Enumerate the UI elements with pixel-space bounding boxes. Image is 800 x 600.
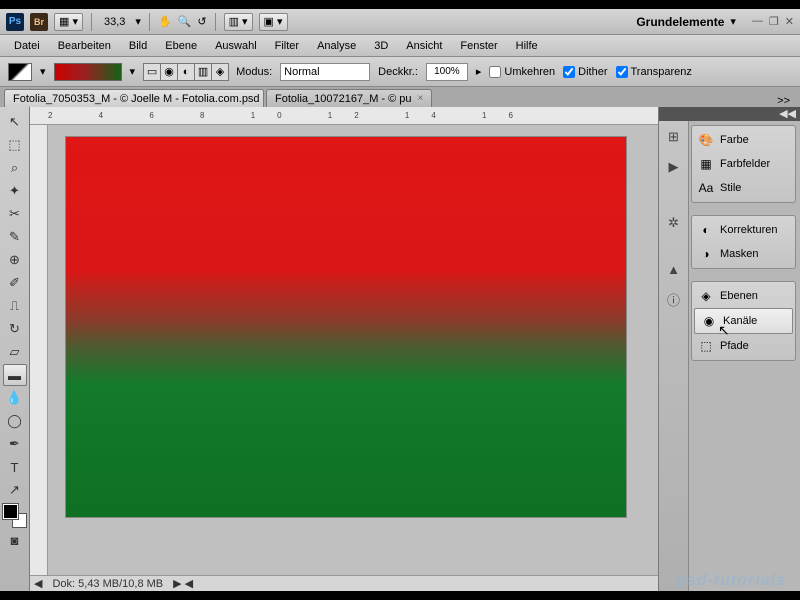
diamond-gradient-icon[interactable]: ◈ [211, 63, 229, 81]
close-tab-icon[interactable]: × [418, 93, 424, 104]
status-bar: ◀ Dok: 5,43 MB/10,8 MB ▶ ◀ [30, 575, 658, 591]
korrekturen-icon: ◐ [698, 222, 714, 238]
blur-tool[interactable]: 💧 [3, 387, 27, 409]
wand-tool[interactable]: ✦ [3, 180, 27, 202]
zoom-level[interactable]: 33,3 [100, 16, 129, 28]
brush-tool[interactable]: ✐ [3, 272, 27, 294]
menu-bar: DateiBearbeitenBildEbeneAuswahlFilterAna… [0, 35, 800, 57]
farbfelder-icon: ▦ [698, 156, 714, 172]
gradient-tool[interactable]: ▬ [3, 364, 27, 386]
menu-auswahl[interactable]: Auswahl [207, 38, 265, 54]
tool-preset[interactable] [8, 63, 32, 81]
panel-pfade[interactable]: ⬚Pfade [692, 334, 795, 358]
minimize-button[interactable]: — [752, 15, 763, 28]
dodge-tool[interactable]: ◯ [3, 410, 27, 432]
rotate-icon[interactable]: ↺ [197, 15, 206, 28]
document-canvas[interactable] [66, 137, 626, 517]
panel-dock: ◀◀ ⊞ ▶ ✲ ▲ ⓘ 🎨Farbe▦FarbfelderAaStile ◐Ko… [658, 107, 800, 591]
eraser-tool[interactable]: ▱ [3, 341, 27, 363]
panel-farbe[interactable]: 🎨Farbe [692, 128, 795, 152]
heal-tool[interactable]: ⊕ [3, 249, 27, 271]
color-swatches[interactable] [3, 504, 27, 528]
histogram-icon[interactable]: ▲ [664, 259, 684, 279]
document-tab-bar: Fotolia_7050353_M - © Joelle M - Fotolia… [0, 87, 800, 107]
nav-icon[interactable]: ⊞ [664, 127, 684, 147]
transparency-checkbox[interactable] [616, 66, 628, 78]
pfade-icon: ⬚ [698, 338, 714, 354]
reverse-checkbox[interactable] [489, 66, 501, 78]
angle-gradient-icon[interactable]: ◐ [177, 63, 195, 81]
info-icon[interactable]: ⓘ [664, 289, 684, 309]
tab-overflow[interactable]: >> [771, 95, 796, 107]
toolbox: ↖ ⬚ ⌕ ✦ ✂ ✎ ⊕ ✐ ⎍ ↻ ▱ ▬ 💧 ◯ ✒ T ↗ ◙ [0, 107, 30, 591]
panel-farbfelder[interactable]: ▦Farbfelder [692, 152, 795, 176]
gradient-type-buttons[interactable]: ▭ ◉ ◐ ▥ ◈ [143, 63, 228, 81]
title-bar: Ps Br ▦ ▾ 33,3▾ ✋ 🔍 ↺ ▥ ▾ ▣ ▾ Grundeleme… [0, 9, 800, 35]
menu-3d[interactable]: 3D [366, 38, 396, 54]
farbe-icon: 🎨 [698, 132, 714, 148]
stile-icon: Aa [698, 180, 714, 196]
panel-ebenen[interactable]: ◈Ebenen [692, 284, 795, 308]
document-tab[interactable]: Fotolia_10072167_M - © pu× [266, 89, 432, 107]
marquee-tool[interactable]: ⬚ [3, 134, 27, 156]
options-bar: ▾ ▾ ▭ ◉ ◐ ▥ ◈ Modus: Deckkr.: ▸ Umkehren… [0, 57, 800, 87]
menu-bearbeiten[interactable]: Bearbeiten [50, 38, 119, 54]
panel-kanäle[interactable]: ◉Kanäle [694, 308, 793, 334]
vertical-ruler [30, 125, 48, 575]
move-tool[interactable]: ↖ [3, 111, 27, 133]
eyedropper-tool[interactable]: ✎ [3, 226, 27, 248]
crop-tool[interactable]: ✂ [3, 203, 27, 225]
mode-select[interactable] [280, 63, 370, 81]
collapse-panels-icon[interactable]: ◀◀ [779, 107, 796, 121]
menu-ebene[interactable]: Ebene [157, 38, 205, 54]
horizontal-ruler: 2 4 6 8 10 12 14 16 [30, 107, 658, 125]
menu-ansicht[interactable]: Ansicht [398, 38, 450, 54]
panel-stile[interactable]: AaStile [692, 176, 795, 200]
type-tool[interactable]: T [3, 456, 27, 478]
photoshop-logo: Ps [6, 13, 24, 31]
screen-dropdown[interactable]: ▣ ▾ [259, 13, 288, 31]
menu-hilfe[interactable]: Hilfe [508, 38, 546, 54]
layout-dropdown[interactable]: ▦ ▾ [54, 13, 83, 31]
canvas-viewport[interactable] [48, 125, 658, 575]
ebenen-icon: ◈ [698, 288, 714, 304]
stamp-tool[interactable]: ⎍ [3, 295, 27, 317]
menu-fenster[interactable]: Fenster [452, 38, 505, 54]
workspace-switcher[interactable]: Grundelemente [636, 15, 724, 29]
dither-checkbox[interactable] [563, 66, 575, 78]
gradient-preview[interactable] [54, 63, 122, 81]
mode-label: Modus: [236, 66, 272, 78]
history-brush-tool[interactable]: ↻ [3, 318, 27, 340]
linear-gradient-icon[interactable]: ▭ [143, 63, 161, 81]
kanäle-icon: ◉ [701, 313, 717, 329]
document-tab[interactable]: Fotolia_7050353_M - © Joelle M - Fotolia… [4, 89, 264, 107]
char-icon[interactable]: ✲ [664, 213, 684, 233]
opacity-input[interactable] [426, 63, 468, 81]
reflected-gradient-icon[interactable]: ▥ [194, 63, 212, 81]
menu-analyse[interactable]: Analyse [309, 38, 364, 54]
close-button[interactable]: ✕ [785, 15, 794, 28]
panel-korrekturen[interactable]: ◐Korrekturen [692, 218, 795, 242]
masken-icon: ◑ [698, 246, 714, 262]
doc-size: Dok: 5,43 MB/10,8 MB [52, 578, 163, 590]
bridge-logo[interactable]: Br [30, 13, 48, 31]
zoom-icon[interactable]: 🔍 [178, 15, 192, 28]
menu-bild[interactable]: Bild [121, 38, 155, 54]
panel-masken[interactable]: ◑Masken [692, 242, 795, 266]
radial-gradient-icon[interactable]: ◉ [160, 63, 178, 81]
menu-datei[interactable]: Datei [6, 38, 48, 54]
quickmask-tool[interactable]: ◙ [3, 529, 27, 551]
hand-icon[interactable]: ✋ [158, 15, 172, 28]
path-tool[interactable]: ↗ [3, 479, 27, 501]
history-icon[interactable]: ▶ [664, 157, 684, 177]
arrange-dropdown[interactable]: ▥ ▾ [224, 13, 253, 31]
opacity-label: Deckkr.: [378, 66, 418, 78]
menu-filter[interactable]: Filter [267, 38, 307, 54]
maximize-button[interactable]: ❐ [769, 15, 779, 28]
watermark: psd-tutorials [676, 572, 786, 590]
pen-tool[interactable]: ✒ [3, 433, 27, 455]
lasso-tool[interactable]: ⌕ [3, 157, 27, 179]
